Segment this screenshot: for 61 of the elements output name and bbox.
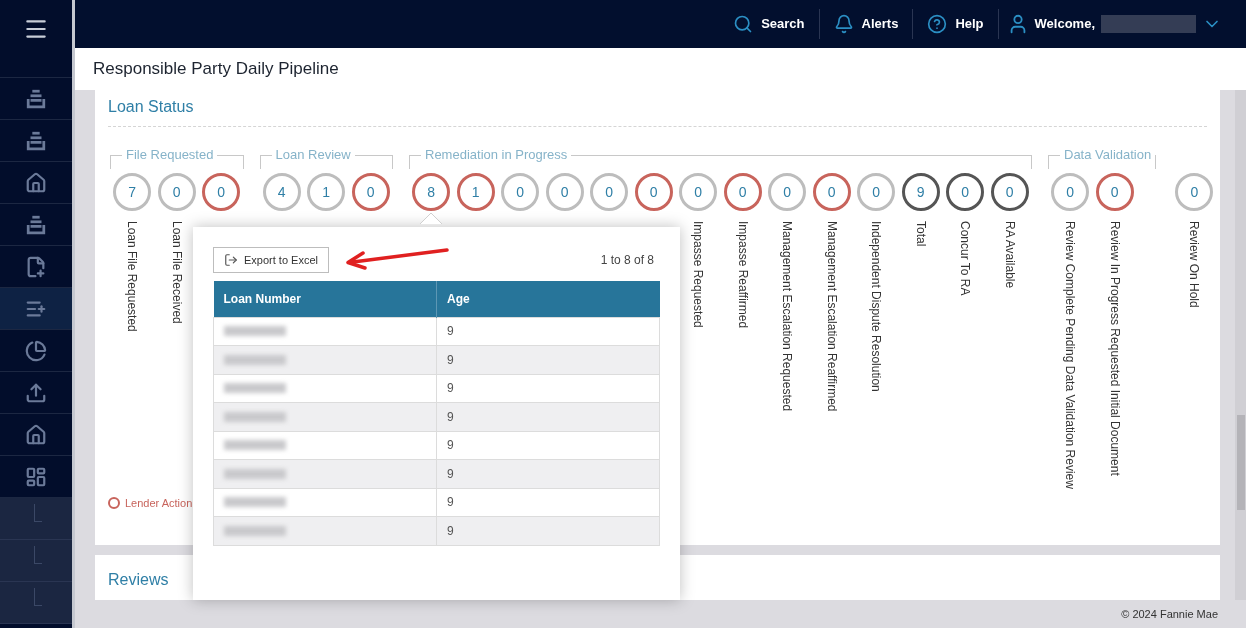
record-count: 1 to 8 of 8 bbox=[600, 252, 655, 269]
legend-label: Lender Action bbox=[125, 496, 193, 511]
page-title: Responsible Party Daily Pipeline bbox=[93, 58, 339, 81]
status-count[interactable]: 0 bbox=[1175, 173, 1214, 211]
status-count[interactable]: 0 bbox=[501, 173, 540, 211]
status-count[interactable]: 0 bbox=[1095, 173, 1134, 211]
table-cell: 9 bbox=[436, 374, 660, 403]
column-header[interactable]: Loan Number bbox=[213, 281, 437, 317]
status-label: Impasse Reaffirmed bbox=[735, 221, 750, 329]
status-count[interactable]: 0 bbox=[990, 173, 1029, 211]
status-count[interactable]: 0 bbox=[857, 173, 896, 211]
status-count[interactable]: 9 bbox=[901, 173, 940, 211]
top-bar-link[interactable]: Alerts bbox=[819, 10, 913, 38]
status-label: Impasse Requested bbox=[691, 221, 706, 328]
table-cell: 9 bbox=[436, 431, 660, 460]
status-label: Management Escalation Reaffirmed bbox=[824, 221, 839, 412]
status-label: Loan File Requested bbox=[125, 221, 140, 332]
status-label: Review Complete Pending Data Validation Review bbox=[1063, 221, 1078, 489]
group-title: File Requested bbox=[125, 146, 215, 164]
status-label: Concur To RA bbox=[958, 221, 973, 296]
status-count[interactable]: 0 bbox=[812, 173, 851, 211]
status-label: Total bbox=[913, 221, 928, 247]
status-count[interactable]: 0 bbox=[157, 173, 196, 211]
status-count[interactable]: 4 bbox=[262, 173, 301, 211]
status-count[interactable]: 0 bbox=[1051, 173, 1090, 211]
status-label: Review On Hold bbox=[1187, 221, 1202, 308]
group-title: Remediation in Progress bbox=[424, 146, 569, 164]
status-count[interactable]: 0 bbox=[768, 173, 807, 211]
status-label: Loan File Received bbox=[169, 221, 184, 324]
section-title: Reviews bbox=[108, 570, 170, 590]
status-count[interactable]: 1 bbox=[307, 173, 346, 211]
status-label: Independent Dispute Resolution bbox=[869, 221, 884, 392]
group-title: Loan Review bbox=[274, 146, 352, 164]
status-count[interactable]: 0 bbox=[202, 173, 241, 211]
export-button[interactable]: Export to Excel bbox=[213, 247, 329, 273]
status-count[interactable]: 0 bbox=[723, 173, 762, 211]
status-count[interactable]: 8 bbox=[412, 173, 451, 211]
status-label: Review In Progress Requested Initial Document bbox=[1107, 221, 1122, 476]
status-count[interactable]: 0 bbox=[351, 173, 390, 211]
status-count[interactable]: 0 bbox=[679, 173, 718, 211]
status-count[interactable]: 7 bbox=[113, 173, 152, 211]
table-cell: 9 bbox=[436, 516, 660, 545]
top-bar-link[interactable]: Search bbox=[719, 10, 819, 38]
status-count[interactable]: 0 bbox=[590, 173, 629, 211]
status-count[interactable]: 0 bbox=[634, 173, 673, 211]
top-bar-link[interactable]: Help bbox=[913, 10, 998, 38]
status-count[interactable]: 0 bbox=[545, 173, 584, 211]
footer-copyright: © 2024 Fannie Mae bbox=[1121, 606, 1218, 622]
table-cell: 9 bbox=[436, 317, 660, 346]
status-label: Management Escalation Requested bbox=[780, 221, 795, 412]
column-header[interactable]: Age bbox=[436, 281, 660, 317]
status-count[interactable]: 1 bbox=[456, 173, 495, 211]
table-cell: 9 bbox=[436, 402, 660, 431]
table-cell: 9 bbox=[436, 488, 660, 517]
section-title: Loan Status bbox=[108, 97, 195, 117]
table-cell: 9 bbox=[436, 459, 660, 488]
user-menu[interactable]: Welcome, bbox=[998, 13, 1222, 35]
status-label: RA Available bbox=[1002, 221, 1017, 289]
status-count[interactable]: 0 bbox=[946, 173, 985, 211]
group-title: Data Validation bbox=[1063, 146, 1153, 164]
table-cell: 9 bbox=[436, 345, 660, 374]
